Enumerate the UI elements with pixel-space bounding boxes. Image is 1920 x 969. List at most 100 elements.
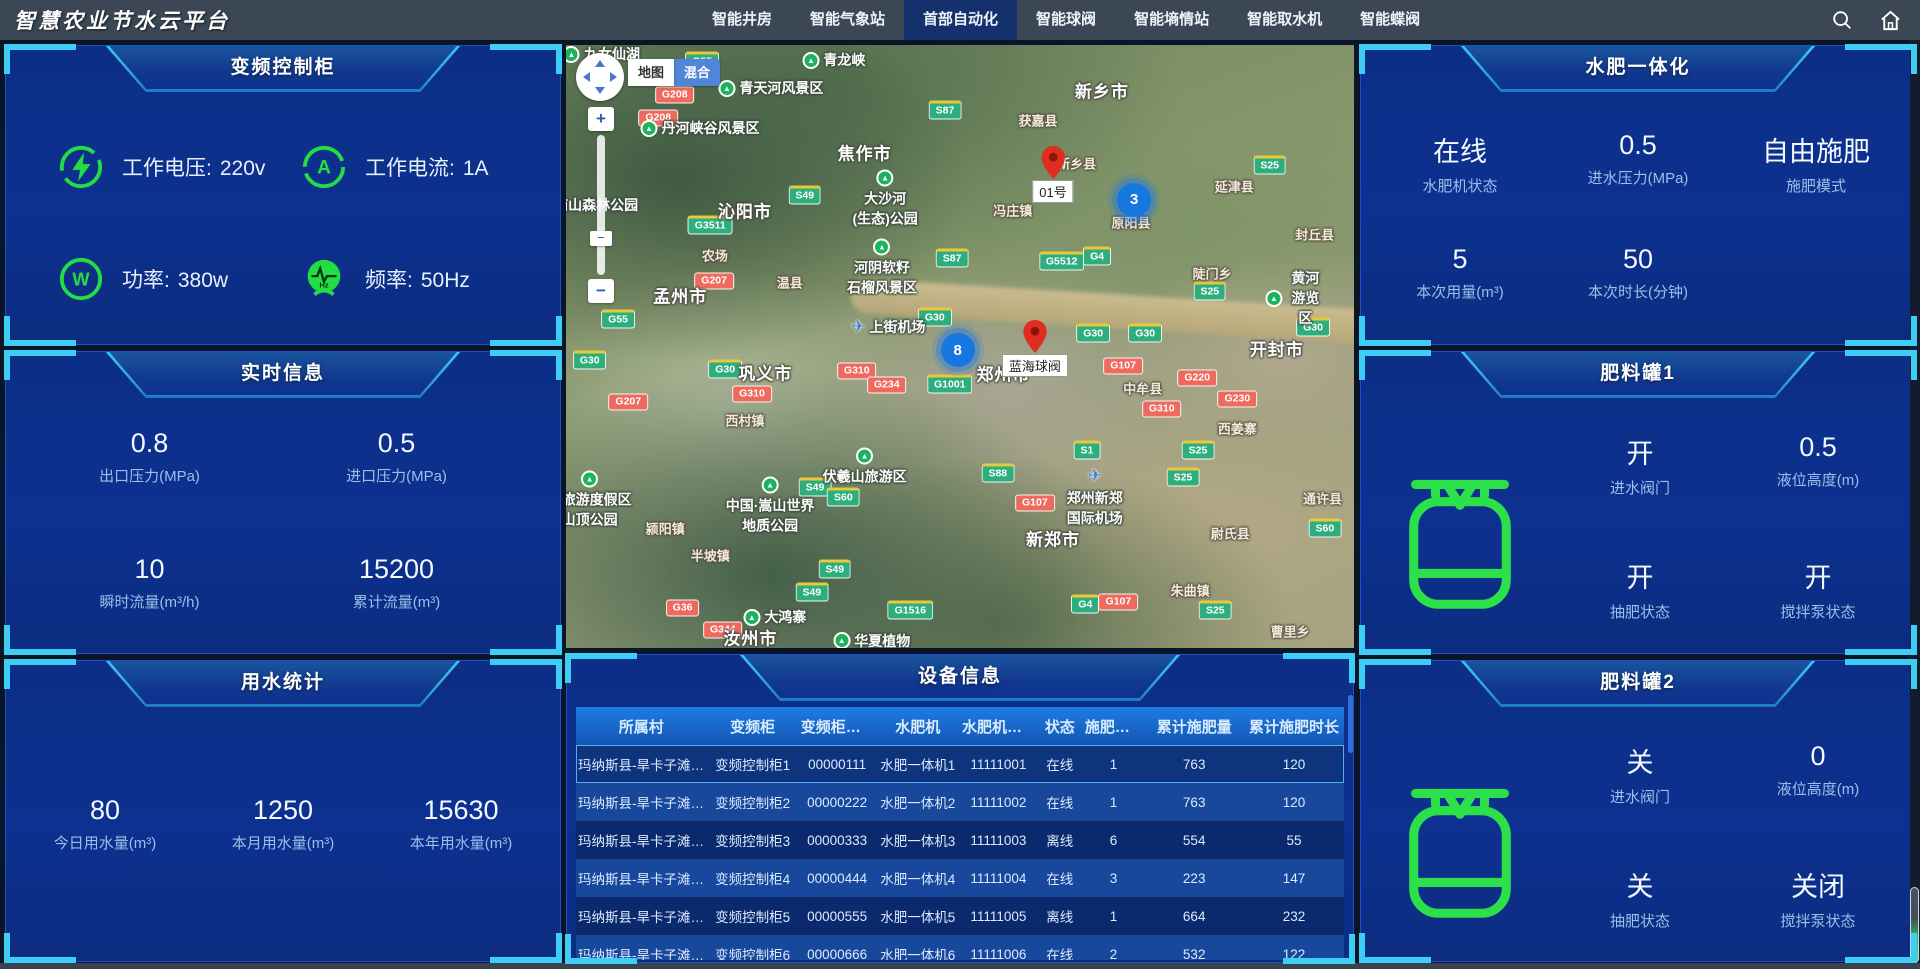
table-cell: 1	[1083, 909, 1144, 924]
tree-poi-icon: ▲	[856, 448, 873, 465]
stat-month-usage: 1250 本月用水量(m³)	[194, 795, 372, 853]
table-cell: 232	[1244, 909, 1344, 924]
device-cluster-marker[interactable]: 8	[941, 333, 975, 367]
table-cell: 在线	[1037, 868, 1083, 888]
nav-item[interactable]: 首部自动化	[904, 0, 1017, 40]
device-pin-marker[interactable]: 蓝海球阀	[1002, 320, 1068, 377]
stat-inlet-valve: 关 进水阀门	[1551, 741, 1729, 807]
metric-value: 50Hz	[421, 269, 470, 292]
tree-poi-icon: ▲	[640, 120, 657, 137]
table-cell: 120	[1244, 795, 1344, 810]
airplane-icon: ✈	[851, 317, 865, 337]
road-badge: S49	[788, 186, 821, 205]
nav-item[interactable]: 智能墒情站	[1115, 0, 1228, 40]
fertilizer-tank-icon	[1401, 733, 1551, 931]
table-row[interactable]: 玛纳斯县-旱卡子滩乡-东岸...变频控制柜200000222水肥一体机21111…	[576, 783, 1344, 821]
panel-fertigation: 水肥一体化 在线 水肥机状态 0.5 进水压力(MPa) 自由施肥 施肥模式 5…	[1360, 45, 1916, 345]
table-cell: 水肥一体机5	[876, 906, 960, 926]
table-row[interactable]: 玛纳斯县-旱卡子滩乡-东岸...变频控制柜600000666水肥一体机61111…	[576, 935, 1344, 960]
table-row[interactable]: 玛纳斯县-旱卡子滩乡-东岸...变频控制柜500000555水肥一体机51111…	[576, 897, 1344, 935]
road-badge: S49	[796, 582, 829, 601]
tree-poi-icon: ▲	[743, 609, 760, 626]
device-pin-marker[interactable]: 01号	[1032, 146, 1073, 203]
table-row[interactable]: 玛纳斯县-旱卡子滩乡-东岸...变频控制柜300000333水肥一体机31111…	[576, 821, 1344, 859]
table-cell: 1	[1083, 757, 1144, 772]
mixed-layer-button[interactable]: 混合	[674, 59, 720, 86]
nav-item[interactable]: 智能球阀	[1017, 0, 1115, 40]
map-pan-control[interactable]	[576, 53, 624, 101]
stat-inlet-pressure: 0.5 进水压力(MPa)	[1549, 130, 1727, 196]
table-cell: 11111004	[960, 871, 1037, 886]
table-cell: 00000555	[799, 909, 876, 924]
frequency-item: Hz频率:50Hz	[301, 256, 544, 302]
pin-label: 蓝海球阀	[1002, 354, 1068, 377]
panel-title: 实时信息	[6, 352, 560, 396]
zoom-out-button[interactable]: −	[588, 279, 614, 303]
table-cell: 变频控制柜3	[707, 830, 799, 850]
column-header: 变频柜	[707, 716, 799, 737]
nav-item[interactable]: 智能取水机	[1228, 0, 1341, 40]
table-row[interactable]: 玛纳斯县-旱卡子滩乡-东岸...变频控制柜400000444水肥一体机41111…	[576, 859, 1344, 897]
table-scrollbar-thumb[interactable]	[1348, 695, 1353, 753]
nav-item[interactable]: 智能气象站	[791, 0, 904, 40]
panel-frequency-cabinet: 变频控制柜 工作电压:220vA工作电流:1AW功率:380wHz频率:50Hz	[5, 45, 561, 345]
table-row[interactable]: 玛纳斯县-旱卡子滩乡-东岸...变频控制柜100000111水肥一体机11111…	[576, 745, 1344, 783]
pan-right-arrow-icon	[610, 72, 617, 82]
page-scrollbar[interactable]	[1910, 40, 1920, 969]
scenic-poi: ▲青龙峡	[802, 50, 865, 70]
table-cell: 在线	[1037, 792, 1083, 812]
table-cell: 664	[1144, 909, 1244, 924]
road-badge: S87	[929, 101, 962, 120]
city-label: 焦作市	[838, 139, 892, 164]
scenic-poi: ▲青天河风景区	[718, 78, 823, 98]
town-label: 西姜寨	[1218, 418, 1257, 437]
zoom-slider-track[interactable]: −	[597, 135, 605, 275]
column-header: 水肥机地址	[960, 716, 1037, 737]
map-zoom-control: + − −	[588, 107, 614, 303]
stat-year-usage: 15630 本年用水量(m³)	[372, 795, 550, 853]
stat-instant-flow: 10 瞬时流量(m³/h)	[26, 554, 273, 612]
stat-inlet-valve: 开 进水阀门	[1551, 432, 1729, 498]
search-icon[interactable]	[1831, 9, 1853, 31]
device-table: 所属村变频柜变频柜地址水肥机水肥机地址状态施肥轮次累计施肥量累计施肥时长玛纳斯县…	[576, 707, 1344, 960]
map[interactable]: G208G208G55G55S87S87S49G3511G207G207G30G…	[566, 45, 1354, 648]
table-cell: 变频控制柜4	[707, 868, 799, 888]
town-label: 延津县	[1215, 177, 1254, 196]
road-badge: S88	[981, 464, 1014, 483]
home-icon[interactable]	[1879, 9, 1902, 32]
panel-fertilizer-tank-2: 肥料罐2 关 进水阀门 0 液位高度(m)	[1360, 660, 1916, 962]
table-cell: 11111003	[960, 833, 1037, 848]
pin-label: 01号	[1032, 180, 1073, 203]
fertigation-stats: 在线 水肥机状态 0.5 进水压力(MPa) 自由施肥 施肥模式 5 本次用量(…	[1361, 92, 1915, 302]
road-badge: G310	[732, 386, 772, 403]
road-badge: G30	[1076, 324, 1110, 343]
town-label: 尉氏县	[1211, 523, 1250, 542]
table-cell: 11111002	[960, 795, 1037, 810]
nav-item[interactable]: 智能井房	[693, 0, 791, 40]
panel-title: 肥料罐2	[1361, 661, 1915, 705]
stat-session-volume: 5 本次用量(m³)	[1371, 244, 1549, 302]
zoom-in-button[interactable]: +	[588, 107, 614, 131]
city-label: 开封市	[1250, 335, 1304, 360]
water-usage-stats: 80 今日用水量(m³) 1250 本月用水量(m³) 15630 本年用水量(…	[6, 707, 560, 853]
road-badge: G234	[867, 377, 907, 394]
corner-bracket	[4, 316, 76, 346]
device-cluster-marker[interactable]: 3	[1117, 183, 1151, 217]
pan-left-arrow-icon	[583, 72, 590, 82]
table-cell: 玛纳斯县-旱卡子滩乡-东岸...	[576, 944, 707, 960]
table-cell: 11111005	[960, 909, 1037, 924]
stat-liquid-level: 0 液位高度(m)	[1729, 741, 1907, 807]
map-layer-button[interactable]: 地图	[628, 59, 674, 86]
town-label: 农场	[702, 245, 728, 264]
town-label: 西村镇	[725, 411, 764, 430]
page-scrollbar-thumb[interactable]	[1910, 887, 1919, 963]
zoom-slider-thumb[interactable]: −	[590, 231, 612, 246]
table-cell: 55	[1244, 833, 1344, 848]
panel-title: 用水统计	[6, 661, 560, 705]
scenic-poi: ▲伏羲山旅游区	[823, 448, 907, 487]
metric-value: 1A	[463, 157, 489, 180]
table-cell: 3	[1083, 871, 1144, 886]
nav-item[interactable]: 智能蝶阀	[1341, 0, 1439, 40]
scenic-poi: ▲华夏植物	[833, 631, 910, 648]
city-label: 孟州市	[653, 283, 707, 308]
